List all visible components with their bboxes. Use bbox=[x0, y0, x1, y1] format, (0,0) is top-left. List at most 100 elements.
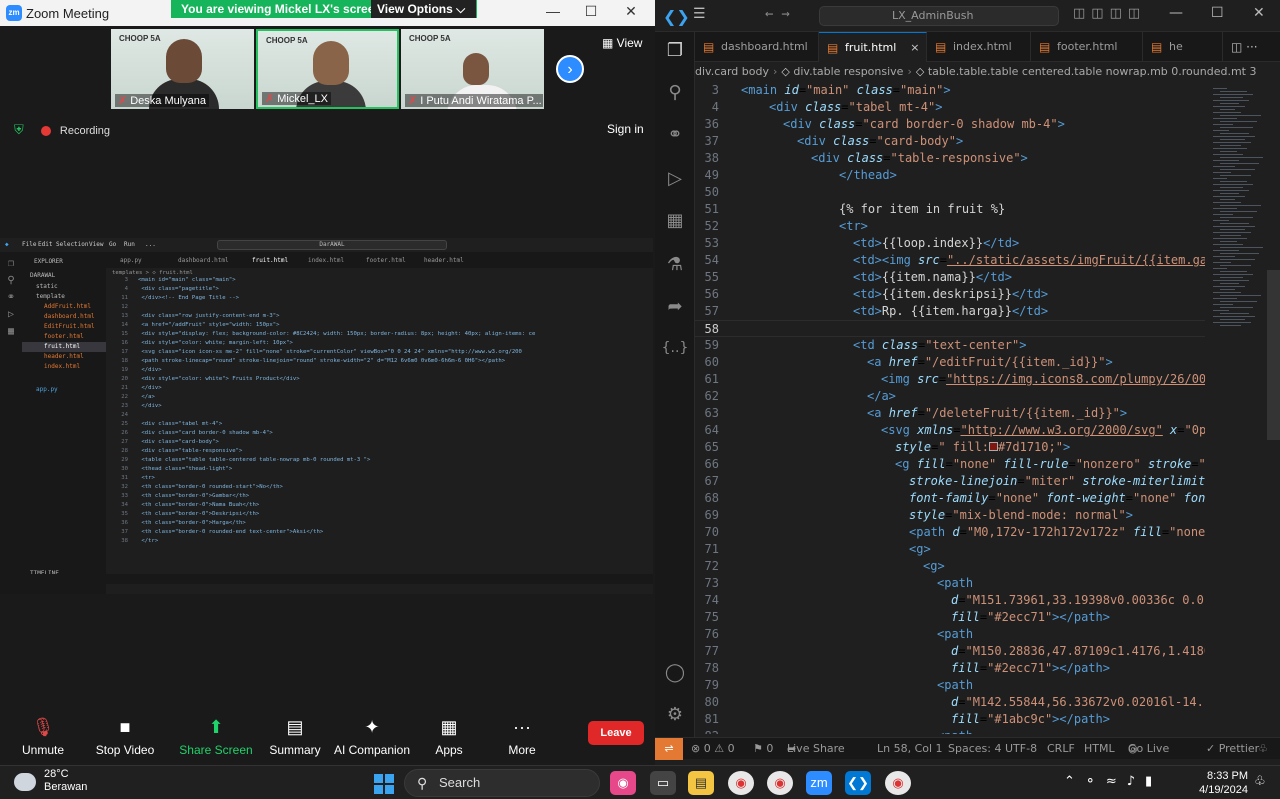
eol-status[interactable]: CRLF bbox=[1047, 738, 1075, 760]
sign-in-link[interactable]: Sign in bbox=[607, 122, 644, 136]
zoom-app-icon[interactable]: zm bbox=[806, 771, 832, 795]
sparkle-icon: ✦ bbox=[364, 717, 380, 737]
maximize-icon[interactable]: ☐ bbox=[576, 3, 606, 20]
windows-start-icon[interactable] bbox=[374, 774, 394, 794]
encoding-status[interactable]: UTF-8 bbox=[1005, 738, 1037, 760]
source-control-icon[interactable]: ⚭ bbox=[655, 124, 695, 145]
testing-icon[interactable]: ⚗ bbox=[655, 254, 695, 275]
cursor-position[interactable]: Ln 58, Col 1 bbox=[877, 738, 943, 760]
share-screen-button[interactable]: ⬆ Share Screen bbox=[176, 717, 256, 757]
close-tab-icon[interactable]: × bbox=[910, 41, 919, 54]
app-icon-pink[interactable]: ◉ bbox=[610, 771, 636, 795]
run-debug-icon[interactable]: ▷ bbox=[655, 168, 695, 189]
cloud-icon[interactable] bbox=[14, 773, 36, 791]
code-line: 29 <table class="table table-centered ta… bbox=[121, 457, 371, 463]
search-icon[interactable]: ⚲ bbox=[655, 82, 695, 103]
menu-item: View bbox=[89, 241, 104, 248]
participant-tile[interactable]: CHOOP 5A ✗ Deska Mulyana bbox=[111, 29, 254, 109]
layout-toggle-icons[interactable]: ◫◫◫◫ bbox=[1073, 6, 1146, 21]
code-line: 31 <tr> bbox=[121, 475, 155, 481]
system-tray[interactable]: ⌃⚬≈♪▮ bbox=[1064, 774, 1162, 789]
code-editor[interactable]: 3 <main id="main" class="main"> 4 <div cla… bbox=[695, 82, 1205, 734]
record-icon bbox=[40, 126, 51, 137]
hamburger-menu-icon[interactable]: ☰ bbox=[693, 6, 706, 22]
summary-icon: ▤ bbox=[286, 717, 304, 737]
problems-status[interactable]: ⊗ 0 ⚠ 0 bbox=[691, 738, 735, 760]
chrome-profile-icon[interactable]: ◉ bbox=[767, 771, 793, 795]
zoom-window: zm Zoom Meeting — ☐ ✕ You are viewing Mi… bbox=[0, 0, 655, 765]
participant-tile-active-speaker[interactable]: CHOOP 5A ✗ Mickel_LX bbox=[256, 29, 399, 109]
breadcrumb-item[interactable]: table.table.table centered.table nowrap.… bbox=[928, 65, 1257, 78]
indentation-status[interactable]: Spaces: 4 bbox=[948, 738, 1001, 760]
leave-button[interactable]: Leave bbox=[588, 721, 644, 745]
more-button[interactable]: ··· More bbox=[482, 717, 562, 757]
weather-widget[interactable]: 28°C Berawan bbox=[44, 768, 87, 794]
explorer-icon[interactable]: ❐ bbox=[655, 40, 695, 61]
more-icon: ··· bbox=[513, 717, 531, 737]
extensions-icon[interactable]: ▦ bbox=[655, 210, 695, 231]
zoom-toolbar: 🎙 Unmute ■ Stop Video ⬆ Share Screen ▤ Summa… bbox=[0, 705, 655, 765]
breadcrumb-item[interactable]: div.card body bbox=[695, 65, 769, 78]
task-view-icon[interactable]: ▭ bbox=[650, 771, 676, 795]
maximize-icon[interactable]: ☐ bbox=[1211, 5, 1224, 21]
live-share-icon[interactable]: ➦ bbox=[655, 296, 695, 317]
close-icon[interactable]: ✕ bbox=[616, 3, 646, 20]
search-icon: ⚲ bbox=[7, 275, 15, 286]
ai-companion-button[interactable]: ✦ AI Companion bbox=[332, 717, 412, 757]
notifications-bell-icon[interactable]: ♧ bbox=[1258, 738, 1268, 760]
code-line: 17 <svg class="icon icon-xs me-2" fill="… bbox=[121, 349, 522, 355]
tab-footer[interactable]: ▤ footer.html bbox=[1031, 32, 1143, 62]
nav-arrows[interactable]: ←→ bbox=[765, 6, 798, 22]
battery-icon: ▮ bbox=[1145, 774, 1163, 789]
menu-item: Run bbox=[124, 241, 135, 248]
tree-item: footer.html bbox=[44, 333, 84, 340]
editor-scrollbar[interactable] bbox=[1267, 270, 1280, 440]
unmute-button[interactable]: 🎙 Unmute bbox=[3, 717, 83, 757]
menu-item: ... bbox=[145, 241, 156, 248]
file-explorer-icon[interactable]: ▤ bbox=[688, 771, 714, 795]
minimize-icon[interactable]: — bbox=[538, 3, 568, 19]
notification-bell-icon[interactable]: ♧ bbox=[1254, 774, 1266, 789]
chrome-icon[interactable]: ◉ bbox=[728, 771, 754, 795]
account-icon[interactable]: ◯ bbox=[655, 662, 695, 683]
next-page-button[interactable]: › bbox=[556, 55, 584, 83]
remote-icon[interactable]: ⇌ bbox=[655, 738, 683, 760]
language-mode[interactable]: HTML bbox=[1084, 738, 1115, 760]
school-logo: CHOOP 5A bbox=[119, 34, 161, 43]
menu-item: Edit bbox=[38, 241, 53, 248]
breadcrumb-item[interactable]: div.table responsive bbox=[793, 65, 903, 78]
summary-button[interactable]: ▤ Summary bbox=[255, 717, 335, 757]
ports-status[interactable]: ⚑ 0 bbox=[753, 738, 773, 760]
vscode-app-icon[interactable]: ❮❯ bbox=[845, 771, 871, 795]
prettier-status[interactable]: ✓ Prettier bbox=[1206, 738, 1259, 760]
view-options-button[interactable]: View Options ⌵ bbox=[371, 0, 476, 18]
clock[interactable]: 8:33 PM 4/19/2024 bbox=[1188, 769, 1248, 797]
folder-name: DARAWAL bbox=[30, 272, 56, 279]
code-line: 35 <th class="border-0">Deskripsi</th> bbox=[121, 511, 260, 517]
close-icon[interactable]: ✕ bbox=[1253, 5, 1265, 21]
participant-name: ✗ Deska Mulyana bbox=[115, 94, 210, 107]
chevron-up-icon: ⌃ bbox=[1064, 774, 1085, 789]
vscode-logo-icon: ❮❯ bbox=[663, 7, 690, 26]
tab-header[interactable]: ▤ he bbox=[1143, 32, 1223, 62]
participant-tile[interactable]: CHOOP 5A ✗ I Putu Andi Wiratama P... bbox=[401, 29, 544, 109]
menu-item: Selection bbox=[56, 241, 89, 248]
stop-video-button[interactable]: ■ Stop Video bbox=[85, 717, 165, 757]
tab-fruit[interactable]: ▤ fruit.html × bbox=[819, 32, 927, 62]
code-line: 3 <main id="main" class="main"> bbox=[124, 277, 236, 283]
tab-dashboard[interactable]: ▤ dashboard.html bbox=[695, 32, 819, 62]
json-icon[interactable]: {..} bbox=[655, 340, 695, 356]
chrome-profile-icon[interactable]: ◉ bbox=[885, 771, 911, 795]
minimize-icon[interactable]: — bbox=[1169, 5, 1183, 21]
tab: header.html bbox=[424, 257, 464, 264]
taskbar-search[interactable]: ⚲ Search bbox=[404, 769, 600, 797]
tab-index[interactable]: ▤ index.html bbox=[927, 32, 1031, 62]
tree-item: template bbox=[36, 293, 65, 300]
settings-gear-icon[interactable]: ⚙ bbox=[655, 704, 695, 725]
code-line: 11 </div><!-- End Page Title --> bbox=[121, 295, 240, 301]
command-center-search[interactable]: LX_AdminBush bbox=[819, 6, 1059, 26]
split-editor-icon[interactable]: ◫ ··· bbox=[1231, 40, 1258, 54]
view-button[interactable]: ▦ View bbox=[602, 36, 642, 50]
minimap[interactable] bbox=[1205, 82, 1267, 734]
apps-button[interactable]: ▦ Apps bbox=[409, 717, 489, 757]
